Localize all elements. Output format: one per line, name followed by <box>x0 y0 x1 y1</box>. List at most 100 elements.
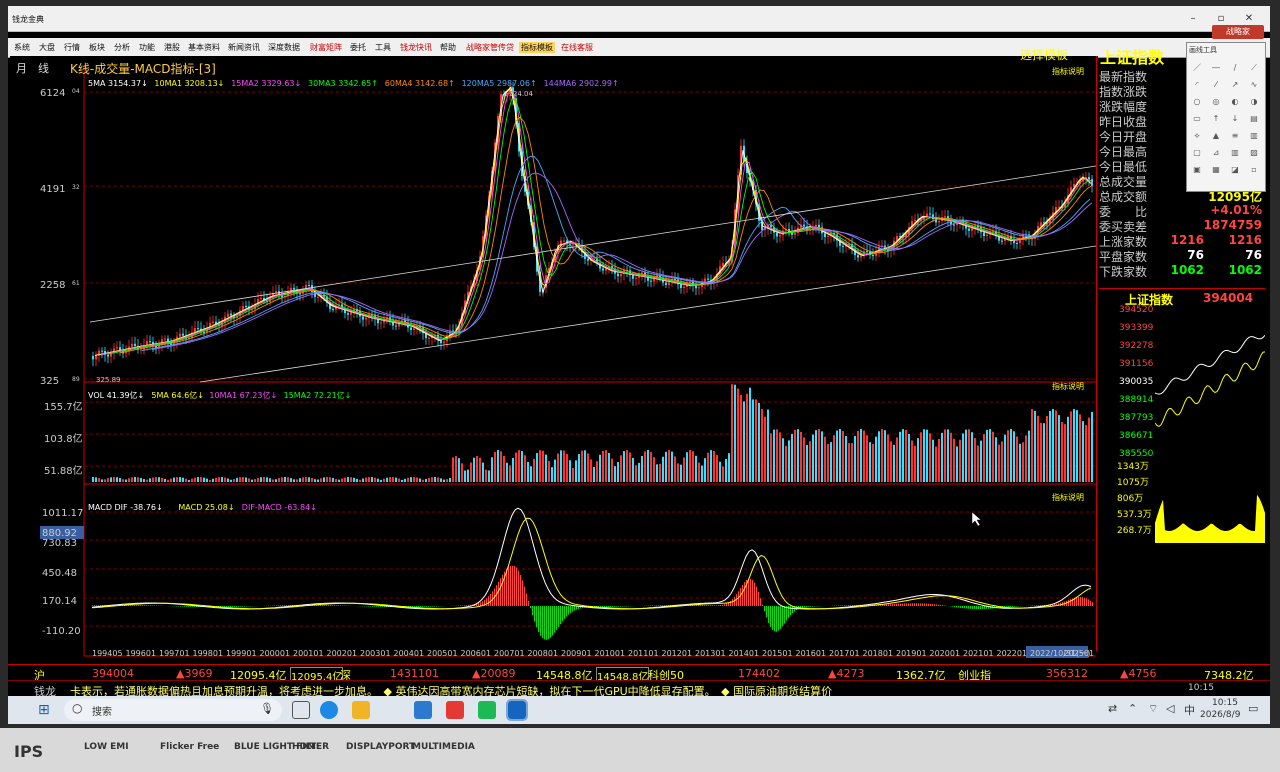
chevron-up-icon[interactable]: ⌃ <box>1128 702 1137 715</box>
macd-histogram-bar <box>718 605 720 606</box>
menu-item-11[interactable]: 委托 <box>350 42 366 53</box>
edge-browser-icon[interactable] <box>320 701 338 719</box>
macd-histogram-bar <box>938 604 940 606</box>
macd-histogram-bar <box>548 606 550 640</box>
strategist-button[interactable]: 战略家 <box>1212 25 1264 39</box>
menu-item-3[interactable]: 板块 <box>89 42 105 53</box>
minimize-button[interactable]: – <box>1182 12 1204 26</box>
menu-item-4[interactable]: 分析 <box>114 42 130 53</box>
app-green-icon[interactable] <box>478 701 496 719</box>
price-axis-sub-0: 04 <box>72 88 80 95</box>
close-button[interactable]: ✕ <box>1238 12 1260 26</box>
volume-bar <box>122 479 124 482</box>
macd-histogram-bar <box>984 606 986 609</box>
volume-bar <box>137 477 139 482</box>
date-axis-label-13: 200801 <box>528 649 559 658</box>
select-template-button[interactable]: 选择模板 <box>1020 46 1068 63</box>
indicator-link-1: 指标说明 <box>1052 381 1084 391</box>
mini-intraday-chart[interactable]: 上证指数 394004 394520 393399 392278 391156 390035… <box>1099 288 1265 543</box>
windows-start-icon[interactable]: ⊞ <box>38 702 50 718</box>
menu-item-12[interactable]: 工具 <box>375 42 391 53</box>
taskbar-date[interactable]: 2026/8/9 <box>1200 710 1240 720</box>
menu-item-5[interactable]: 功能 <box>139 42 155 53</box>
volume-bar <box>713 450 715 482</box>
volume-bar <box>92 477 94 482</box>
macd-histogram-bar <box>760 598 762 606</box>
notification-icon[interactable]: ▭ <box>1248 702 1258 715</box>
macd-histogram-bar <box>338 605 340 606</box>
macd-histogram-bar <box>958 606 960 608</box>
period-label[interactable]: 月 线 <box>16 60 49 76</box>
volume-bar <box>242 477 244 482</box>
date-axis-label-23: 201801 <box>863 649 894 658</box>
macd-histogram-bar <box>612 606 614 607</box>
monitor-brand-5: DISPLAYPORT <box>346 742 416 752</box>
task-view-icon[interactable] <box>292 701 310 719</box>
volume-bar <box>629 452 631 482</box>
menu-item-7[interactable]: 基本资料 <box>188 42 220 53</box>
macd-histogram-bar <box>726 603 728 606</box>
volume-bar <box>872 443 874 482</box>
candle-body <box>815 224 817 227</box>
volume-bar <box>359 479 361 482</box>
taskbar-time[interactable]: 10:15 <box>1212 698 1238 708</box>
menu-item-2[interactable]: 行情 <box>64 42 80 53</box>
candle-body <box>818 224 820 228</box>
mini-axis-0: 394520 <box>1119 305 1154 315</box>
volume-bar <box>278 478 280 482</box>
volume-bar <box>452 457 454 482</box>
volume-bar <box>230 479 232 482</box>
file-explorer-icon[interactable] <box>352 701 370 719</box>
macd-histogram-bar <box>228 606 230 607</box>
macd-histogram-bar <box>806 606 808 608</box>
menu-item-6[interactable]: 港股 <box>164 42 180 53</box>
microphone-icon[interactable]: 🎙 <box>260 702 274 715</box>
menu-item-8[interactable]: 新闻资讯 <box>228 42 260 53</box>
volume-bar <box>524 455 526 482</box>
menu-item-0[interactable]: 系统 <box>14 42 30 53</box>
qianlong-app-icon[interactable] <box>506 699 528 721</box>
menu-item-17[interactable]: 在线客服 <box>561 42 593 53</box>
macd-histogram-bar <box>544 606 546 640</box>
volume-bar <box>863 430 865 482</box>
volume-icon[interactable]: ◁ <box>1166 702 1174 715</box>
maximize-button[interactable]: ▫ <box>1210 12 1232 26</box>
macd-histogram-bar <box>918 603 920 606</box>
taskbar-search-box[interactable]: ○ 搜索 🎙 <box>64 699 282 721</box>
volume-bar <box>659 463 661 482</box>
volume-bar <box>779 432 781 482</box>
menu-item-10[interactable]: 财富矩阵 <box>310 42 342 53</box>
menu-item-9[interactable]: 深度数据 <box>268 42 300 53</box>
wps-icon[interactable] <box>446 701 464 719</box>
volume-bar <box>125 479 127 482</box>
volume-bar <box>1070 411 1072 482</box>
kline-chart-svg[interactable]: 6124 04 4191 32 2258 61 325 89 155.7亿 103.8亿 51.88… <box>10 56 1098 661</box>
volume-bar <box>497 450 499 482</box>
macd-histogram-bar <box>558 606 560 627</box>
ma-legend-3: 30MA3 3342.65↑ <box>308 79 378 88</box>
volume-bar <box>737 388 739 482</box>
macd-histogram-bar <box>762 604 764 606</box>
menu-item-1[interactable]: 大盘 <box>39 42 55 53</box>
volume-bar <box>1013 431 1015 482</box>
volume-bar <box>698 462 700 482</box>
mail-icon[interactable] <box>414 701 432 719</box>
menu-item-13[interactable]: 钱龙快讯 <box>400 42 432 53</box>
wifi-icon[interactable]: ⌔ <box>1148 702 1158 716</box>
candle-body <box>650 280 652 282</box>
volume-bar <box>944 429 946 482</box>
volume-bar <box>398 478 400 482</box>
volume-bar <box>1055 410 1057 482</box>
chart-template-title[interactable]: K线-成交量-MACD指标-[3] <box>70 60 216 77</box>
network-icon[interactable]: ⇄ <box>1108 702 1117 715</box>
macd-histogram-bar <box>662 605 664 606</box>
date-axis-label-16: 201101 <box>628 649 659 658</box>
macd-histogram-bar <box>540 606 542 636</box>
candle-body <box>707 278 709 280</box>
menu-item-16[interactable]: 指标模板 <box>519 42 555 53</box>
menu-item-14[interactable]: 帮助 <box>440 42 456 53</box>
ime-indicator[interactable]: 中 <box>1184 702 1195 718</box>
menu-item-15[interactable]: 战略家管传贷 <box>466 42 514 53</box>
macd-histogram-bar <box>968 606 970 609</box>
volume-bar <box>611 458 613 482</box>
